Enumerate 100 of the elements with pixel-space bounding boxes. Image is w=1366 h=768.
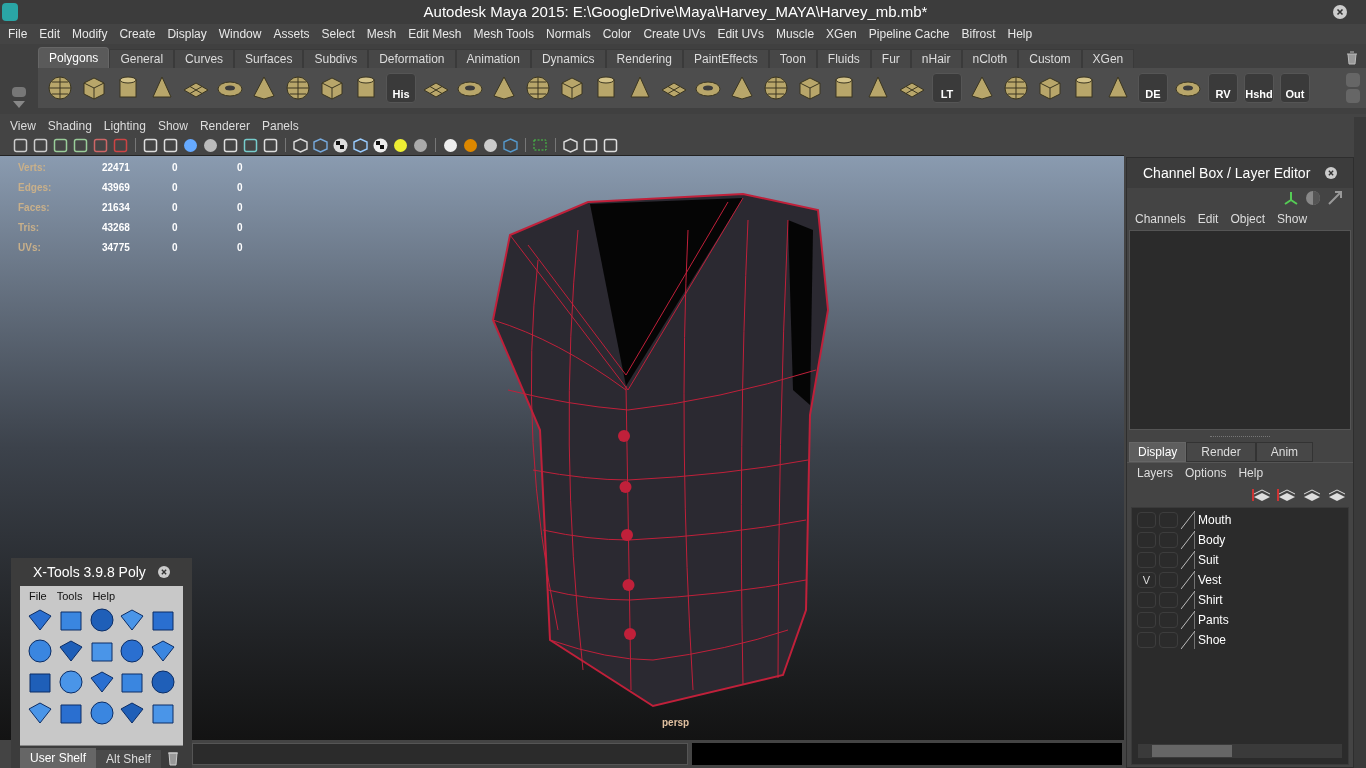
- sphere-icon[interactable]: [46, 74, 74, 102]
- visibility-toggle[interactable]: V: [1137, 572, 1156, 588]
- shelf-tab[interactable]: Alt Shelf: [96, 750, 161, 768]
- tool-icon[interactable]: [149, 668, 178, 696]
- shelf-tab[interactable]: Polygons: [38, 47, 110, 68]
- half-circle-icon[interactable]: [1305, 190, 1321, 206]
- panel-menu-item[interactable]: Panels: [255, 117, 305, 135]
- trash-icon[interactable]: [1346, 51, 1358, 65]
- layer-menu-item[interactable]: Options: [1179, 464, 1233, 482]
- shelf-tab[interactable]: Toon: [768, 49, 817, 68]
- menu-item[interactable]: Create: [113, 25, 162, 43]
- menu-item[interactable]: Select: [315, 25, 361, 43]
- sphere-icon[interactable]: [462, 136, 479, 154]
- trash-icon[interactable]: [166, 750, 179, 766]
- menu-item[interactable]: Edit UVs: [711, 25, 771, 43]
- layer-tab[interactable]: Display: [1129, 442, 1187, 462]
- close-button[interactable]: [1325, 167, 1337, 179]
- shelf-tab[interactable]: Subdivs: [303, 49, 369, 68]
- layer-row[interactable]: Shirt: [1132, 590, 1348, 610]
- layer-row[interactable]: Body: [1132, 530, 1348, 550]
- shelf-tab[interactable]: Rendering: [605, 49, 683, 68]
- tool-icon[interactable]: [87, 606, 116, 634]
- shelf-tab[interactable]: Animation: [455, 49, 531, 68]
- new-layer-icon[interactable]: [1326, 487, 1345, 503]
- horizontal-scrollbar[interactable]: [1138, 744, 1342, 758]
- checker-icon[interactable]: [332, 136, 349, 154]
- shelf-button[interactable]: His: [386, 73, 416, 103]
- shelf-tab[interactable]: Surfaces: [234, 49, 304, 68]
- pyramid-icon[interactable]: [728, 74, 756, 102]
- channel-menu-item[interactable]: Edit: [1191, 210, 1225, 228]
- menu-item[interactable]: Modify: [66, 25, 114, 43]
- shelf-tab[interactable]: General: [109, 49, 175, 68]
- shelf-tab[interactable]: nCloth: [961, 49, 1019, 68]
- close-button[interactable]: [158, 566, 170, 578]
- layer-menu-item[interactable]: Layers: [1131, 464, 1180, 482]
- menu-item[interactable]: Mesh Tools: [467, 25, 540, 43]
- arrow-icon[interactable]: [1327, 190, 1343, 206]
- shelf-button[interactable]: Hshd: [1244, 73, 1274, 103]
- sphere-icon[interactable]: [182, 136, 199, 154]
- shelf-button[interactable]: DE: [1138, 73, 1168, 103]
- shelf-tab[interactable]: Deformation: [368, 49, 456, 68]
- menu-item[interactable]: Edit: [33, 25, 67, 43]
- menu-item[interactable]: Mesh: [360, 25, 403, 43]
- menu-item[interactable]: Bifrost: [955, 25, 1002, 43]
- menu-item[interactable]: Create UVs: [637, 25, 712, 43]
- shelf-tab[interactable]: Custom: [1018, 49, 1082, 68]
- pyramid-icon[interactable]: [250, 74, 278, 102]
- sphere-icon[interactable]: [412, 136, 429, 154]
- circle-icon[interactable]: [202, 136, 219, 154]
- layer-row[interactable]: Mouth: [1132, 510, 1348, 530]
- channel-menu-item[interactable]: Show: [1271, 210, 1314, 228]
- panel-menu-item[interactable]: Lighting: [97, 117, 152, 135]
- light-icon[interactable]: [392, 136, 409, 154]
- xtools-menu-item[interactable]: File: [24, 587, 52, 605]
- axis-icon[interactable]: [1283, 190, 1299, 206]
- panel-menu-item[interactable]: View: [4, 117, 42, 135]
- shelf-tab[interactable]: PaintEffects: [682, 49, 769, 68]
- menu-item[interactable]: Color: [596, 25, 638, 43]
- shelf-tab[interactable]: Dynamics: [530, 49, 606, 68]
- tool-icon[interactable]: [26, 637, 54, 665]
- layer-tab[interactable]: Anim: [1255, 442, 1314, 462]
- shelf-tab[interactable]: Fluids: [816, 49, 871, 68]
- menu-item[interactable]: Normals: [540, 25, 597, 43]
- shelf-tab[interactable]: nHair: [910, 49, 962, 68]
- menu-item[interactable]: Pipeline Cache: [862, 25, 956, 43]
- scroll-thumb[interactable]: [1152, 745, 1232, 757]
- dropdown-arrow-icon[interactable]: [13, 101, 25, 108]
- shelf-button[interactable]: Out: [1280, 73, 1310, 103]
- tool-icon[interactable]: [87, 699, 116, 727]
- shelf-tab[interactable]: User Shelf: [20, 748, 97, 768]
- sphere-icon[interactable]: [524, 74, 552, 102]
- shelf-button[interactable]: LT: [932, 73, 962, 103]
- shelf-tab[interactable]: XGen: [1081, 49, 1135, 68]
- menu-item[interactable]: Display: [161, 25, 213, 43]
- sphere-icon[interactable]: [442, 136, 459, 154]
- panel-menu-item[interactable]: Renderer: [193, 117, 256, 135]
- checker-icon[interactable]: [372, 136, 389, 154]
- menu-item[interactable]: Muscle: [770, 25, 821, 43]
- tool-icon[interactable]: [118, 637, 147, 665]
- pyramid-icon[interactable]: [490, 74, 518, 102]
- sphere-icon[interactable]: [1002, 74, 1030, 102]
- shelf-button[interactable]: RV: [1208, 73, 1238, 103]
- menu-item[interactable]: XGen: [820, 25, 863, 43]
- menu-item[interactable]: Help: [1001, 25, 1039, 43]
- tool-icon[interactable]: [56, 668, 85, 696]
- channel-menu-item[interactable]: Object: [1224, 210, 1272, 228]
- channel-menu-item[interactable]: Channels: [1129, 210, 1192, 228]
- layers-down-icon[interactable]: [1276, 487, 1295, 503]
- sphere-icon[interactable]: [762, 74, 790, 102]
- pyramid-icon[interactable]: [968, 74, 996, 102]
- sphere-icon[interactable]: [284, 74, 312, 102]
- layers-up-icon[interactable]: [1251, 487, 1270, 503]
- shelf-menu-icon[interactable]: [12, 87, 26, 97]
- new-layer-icon[interactable]: [1301, 487, 1320, 503]
- layer-row[interactable]: Shoe: [1132, 630, 1348, 650]
- layer-tab[interactable]: Render: [1186, 442, 1256, 462]
- shelf-tab[interactable]: Fur: [870, 49, 911, 68]
- layer-row[interactable]: Suit: [1132, 550, 1348, 570]
- menu-item[interactable]: Assets: [267, 25, 316, 43]
- menu-item[interactable]: Edit Mesh: [402, 25, 468, 43]
